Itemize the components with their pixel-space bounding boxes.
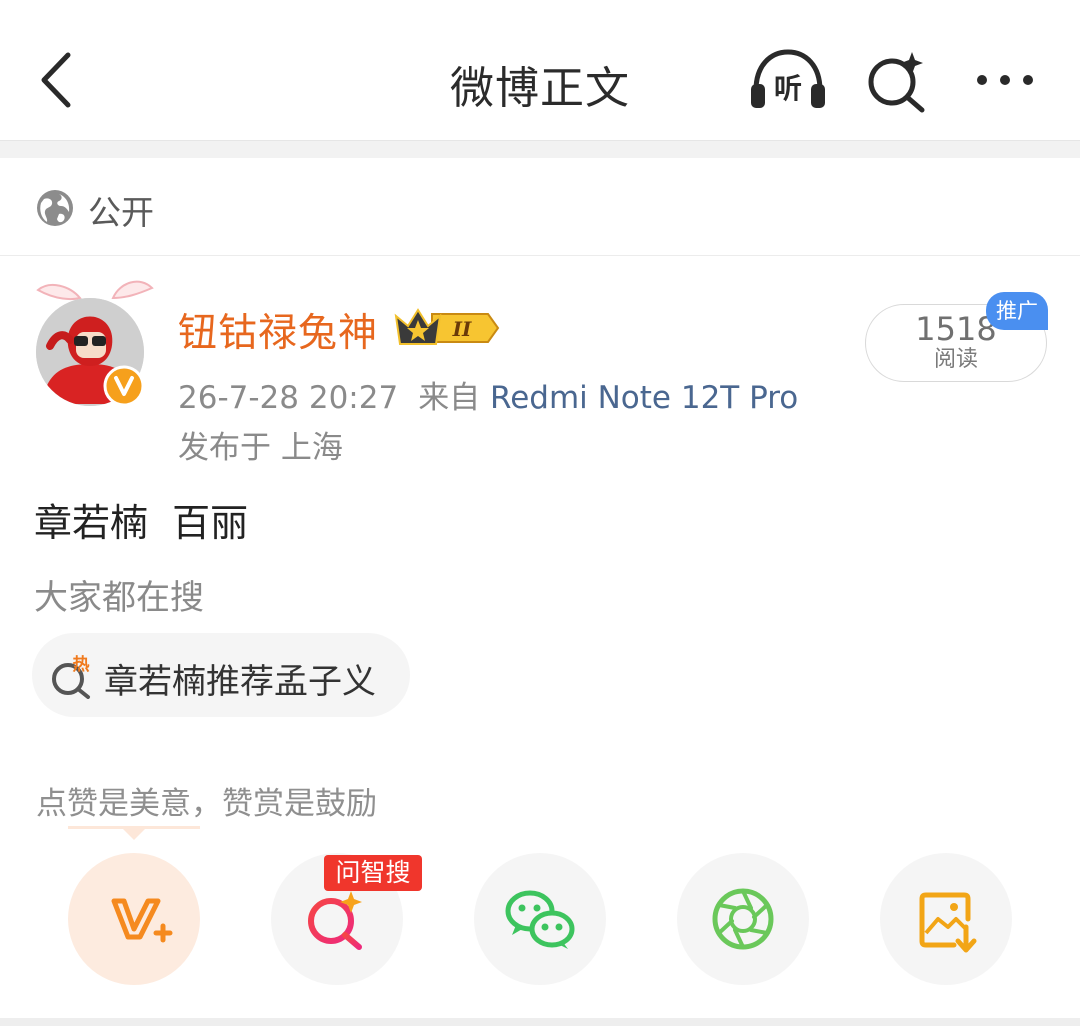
listen-button[interactable]: 听 [748,46,828,112]
hot-search-chip[interactable]: 热 章若楠推荐孟子义 [32,633,410,717]
save-image-button[interactable] [880,853,1012,985]
avatar[interactable] [28,276,178,416]
moments-icon [712,888,774,950]
reward-hint: 点赞是美意，赞赏是鼓励 [36,786,377,822]
source-prefix: 来自 [418,380,481,416]
wechat-icon [505,890,575,949]
share-wechat-button[interactable] [474,853,606,985]
share-moments-button[interactable] [677,853,809,985]
save-image-icon [919,892,977,953]
promo-tag[interactable]: 推广 [986,292,1048,330]
headphones-listen-icon: 听 [751,49,825,108]
more-dots-icon [977,75,1033,85]
post-text: 章若楠 百丽 [34,501,249,545]
hot-badge: 热 [73,654,90,675]
search-heading: 大家都在搜 [34,578,204,618]
more-button[interactable] [970,58,1040,102]
post-meta: 26-7-28 20:27 来自 Redmi Note 12T Pro [178,372,798,417]
post-time: 26-7-28 20:27 [178,380,399,416]
section-divider [0,140,1080,158]
reward-button[interactable] [68,853,200,985]
globe-icon [37,190,73,226]
top-nav-bar: 微博正文 听 [0,0,1080,140]
reward-hint-caret [122,828,146,840]
crown-level-badge-icon: II [394,308,500,345]
smart-search-button[interactable] [862,46,932,116]
source-device-link[interactable]: Redmi Note 12T Pro [490,380,798,416]
bottom-divider [0,1018,1080,1026]
listen-icon-label: 听 [774,72,802,105]
back-arrow-icon [41,52,71,108]
sparkle-search-icon [868,52,925,113]
visibility-label: 公开 [88,193,154,232]
hot-search-icon: 热 [52,654,90,699]
reads-label: 阅读 [933,347,978,372]
post-location: 发布于 上海 [178,430,343,466]
author-name[interactable]: 钮钴禄兔神 [178,302,378,358]
verified-badge-icon [103,365,145,407]
badge-level-text: II [452,317,472,341]
reward-v-plus-icon [111,898,173,943]
wenzhi-tag: 问智搜 [324,855,422,891]
visibility-row: 公开 [0,158,1080,256]
back-button[interactable] [30,45,90,115]
hot-search-query: 章若楠推荐孟子义 [104,662,376,702]
